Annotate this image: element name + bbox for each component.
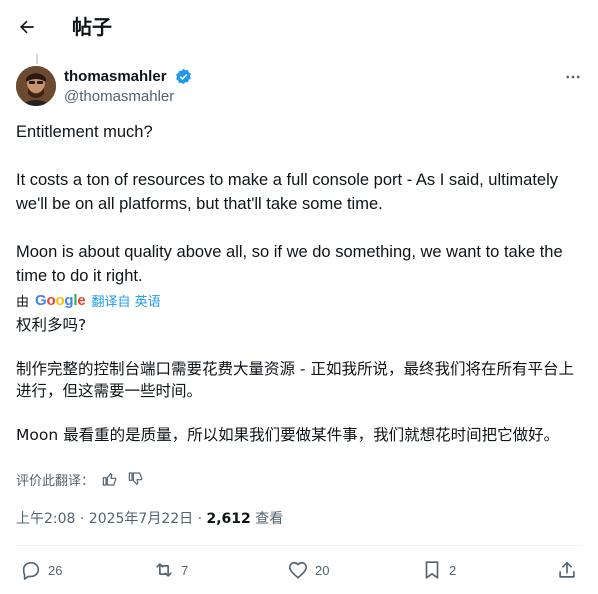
repost-count: 7	[181, 562, 189, 578]
arrow-left-icon	[20, 20, 34, 34]
top-bar: 帖子	[0, 0, 598, 54]
translated-from-link[interactable]: 翻译自 英语	[92, 291, 161, 310]
translation-attribution: 由 Google 翻译自 英语	[16, 290, 161, 310]
like-count: 20	[315, 562, 330, 578]
repost-icon	[156, 563, 172, 577]
avatar[interactable]	[16, 66, 56, 106]
views-count: 2,612	[206, 511, 251, 527]
verified-badge-icon	[176, 68, 191, 85]
more-horizontal-icon	[566, 75, 580, 79]
thumbs-down-button[interactable]	[126, 469, 146, 489]
share-button[interactable]	[556, 548, 578, 592]
reply-icon	[22, 562, 40, 580]
rate-translation-label: 评价此翻译：	[16, 473, 95, 489]
back-button[interactable]	[12, 12, 42, 42]
share-icon	[559, 561, 575, 578]
reply-button[interactable]: 26	[20, 548, 62, 592]
action-bar: 26 7 20 2	[0, 548, 598, 592]
tweet-text: Entitlement much? It costs a ton of reso…	[16, 123, 563, 285]
translation-by-label: 由	[16, 294, 30, 310]
views-label: 查看	[250, 511, 284, 527]
like-button[interactable]: 20	[287, 548, 329, 592]
translated-text: 权利多吗? 制作完整的控制台端口需要花费大量资源 - 正如我所说，最终我们将在所…	[16, 316, 574, 444]
bookmark-button[interactable]: 2	[421, 548, 456, 592]
rate-translation: 评价此翻译：	[16, 469, 146, 489]
thumbs-up-icon	[102, 473, 117, 486]
thread-connector	[36, 54, 38, 64]
bookmark-icon	[425, 561, 439, 579]
page-title: 帖子	[72, 15, 112, 39]
tweet-metadata: 上午2:08 · 2025年7月22日 · 2,612 查看	[16, 509, 283, 529]
avatar-image	[16, 66, 56, 106]
author-handle[interactable]: @thomasmahler	[64, 87, 174, 106]
heart-icon	[288, 561, 308, 579]
google-logo: Google	[35, 291, 86, 309]
thumbs-down-icon	[128, 472, 143, 485]
bookmark-count: 2	[449, 562, 457, 578]
reply-count: 26	[48, 562, 63, 578]
tweet-timestamp[interactable]: 上午2:08 · 2025年7月22日 ·	[16, 511, 207, 527]
divider	[16, 545, 582, 546]
thumbs-up-button[interactable]	[100, 469, 120, 489]
more-options-button[interactable]	[560, 64, 586, 90]
repost-button[interactable]: 7	[153, 548, 188, 592]
author-name[interactable]: thomasmahler	[64, 67, 167, 86]
